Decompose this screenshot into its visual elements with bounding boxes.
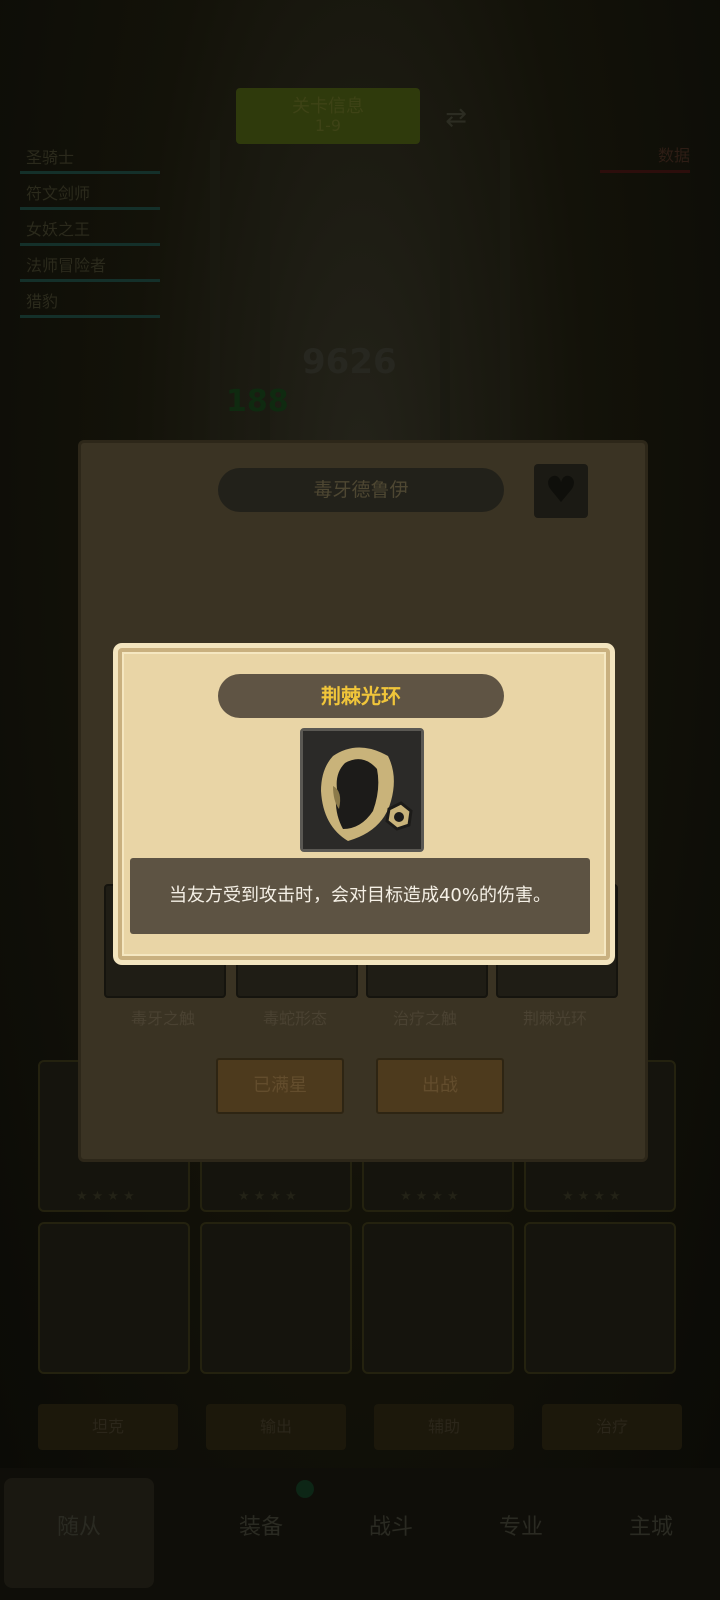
hero-hp-bar — [20, 315, 160, 318]
nav-battle[interactable]: 战斗 — [316, 1478, 466, 1588]
hero-card[interactable] — [524, 1222, 676, 1374]
hero-hp-bar — [20, 279, 160, 282]
swap-icon[interactable]: ⇄ — [438, 100, 474, 136]
hero-card[interactable] — [38, 1222, 190, 1374]
skill-label: 毒蛇形态 — [262, 1009, 327, 1028]
hero-list: 圣骑士 符文剑师 女妖之王 法师冒险者 猎豹 — [20, 140, 160, 320]
skill-label: 毒牙之触 — [130, 1009, 195, 1028]
hero-name: 女妖之王 — [26, 220, 91, 239]
thorn-aura-icon — [300, 728, 424, 852]
data-button[interactable]: 数据 — [600, 142, 690, 173]
hero-name: 猎豹 — [26, 292, 59, 311]
role-support-button[interactable]: 辅助 — [374, 1404, 514, 1450]
role-dps-button[interactable]: 输出 — [206, 1404, 346, 1450]
nav-profession[interactable]: 专业 — [446, 1478, 596, 1588]
power-number: 9626 — [302, 342, 397, 382]
hero-hp-bar — [20, 207, 160, 210]
star-rating: ★★★★ — [76, 1189, 139, 1204]
hero-name: 符文剑师 — [26, 184, 91, 203]
star-rating: ★★★★ — [400, 1189, 463, 1204]
stage-banner-title: 关卡信息 — [292, 96, 364, 117]
skill-label: 荆棘光环 — [522, 1009, 587, 1028]
nav-equipment[interactable]: 装备 — [186, 1478, 336, 1588]
star-rating: ★★★★ — [238, 1189, 301, 1204]
tree-decoration — [210, 140, 220, 440]
hero-list-item[interactable]: 圣骑士 — [20, 140, 160, 176]
stage-banner[interactable]: 关卡信息 1-9 — [236, 88, 420, 144]
hero-list-item[interactable]: 女妖之王 — [20, 212, 160, 248]
heart-icon[interactable]: ♥ — [534, 464, 588, 518]
star-rating: ★★★★ — [562, 1189, 625, 1204]
deploy-button[interactable]: 出战 — [376, 1058, 504, 1114]
nav-followers[interactable]: 随从 — [4, 1478, 154, 1588]
tree-decoration — [440, 140, 450, 440]
skill-icon-art — [303, 731, 421, 849]
skill-description: 当友方受到攻击时，会对目标造成40%的伤害。 — [130, 858, 590, 934]
skill-title: 荆棘光环 — [218, 674, 504, 718]
hero-hp-bar — [20, 171, 160, 174]
notification-dot — [296, 1480, 314, 1498]
max-star-button[interactable]: 已满星 — [216, 1058, 344, 1114]
hero-name-title: 毒牙德鲁伊 — [218, 468, 504, 512]
stage-banner-level: 1-9 — [314, 116, 342, 135]
nav-main-city[interactable]: 主城 — [576, 1478, 720, 1588]
hero-list-item[interactable]: 猎豹 — [20, 284, 160, 320]
tree-decoration — [500, 140, 510, 440]
hero-list-item[interactable]: 符文剑师 — [20, 176, 160, 212]
hero-list-item[interactable]: 法师冒险者 — [20, 248, 160, 284]
hero-hp-bar — [20, 243, 160, 246]
role-tank-button[interactable]: 坦克 — [38, 1404, 178, 1450]
heal-number: 188 — [226, 384, 289, 419]
role-healer-button[interactable]: 治疗 — [542, 1404, 682, 1450]
hero-card[interactable] — [362, 1222, 514, 1374]
hero-card[interactable] — [200, 1222, 352, 1374]
hero-name: 法师冒险者 — [26, 256, 107, 275]
hero-name: 圣骑士 — [26, 148, 75, 167]
skill-label: 治疗之触 — [392, 1009, 457, 1028]
